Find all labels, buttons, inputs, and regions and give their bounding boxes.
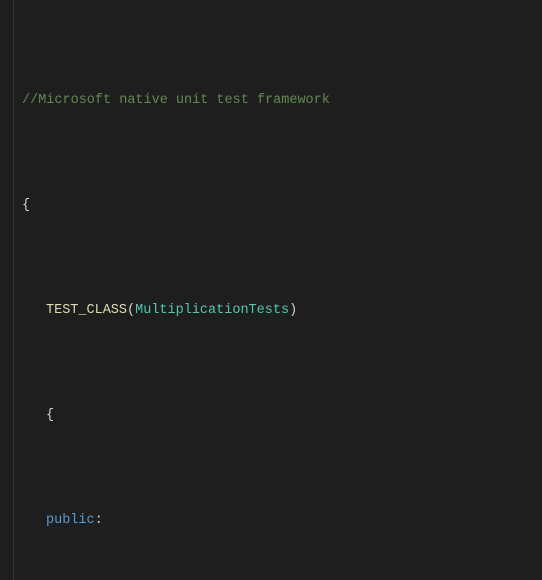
- editor-gutter: [0, 0, 14, 580]
- line-test-class: TEST_CLASS(MultiplicationTests): [14, 300, 542, 321]
- keyword-public: public: [46, 510, 95, 531]
- test-class-macro: TEST_CLASS: [46, 300, 127, 321]
- line-public: public:: [14, 510, 542, 531]
- line-comment: //Microsoft native unit test framework: [14, 90, 542, 111]
- line-brace-open: {: [14, 195, 542, 216]
- code-editor: //Microsoft native unit test framework {…: [0, 0, 542, 580]
- line-class-brace: {: [14, 405, 542, 426]
- comment-text: //Microsoft native unit test framework: [22, 90, 330, 111]
- code-content-area[interactable]: //Microsoft native unit test framework {…: [14, 0, 542, 580]
- brace-open: {: [22, 195, 30, 216]
- class-brace-open: {: [46, 405, 54, 426]
- class-name: MultiplicationTests: [135, 300, 289, 321]
